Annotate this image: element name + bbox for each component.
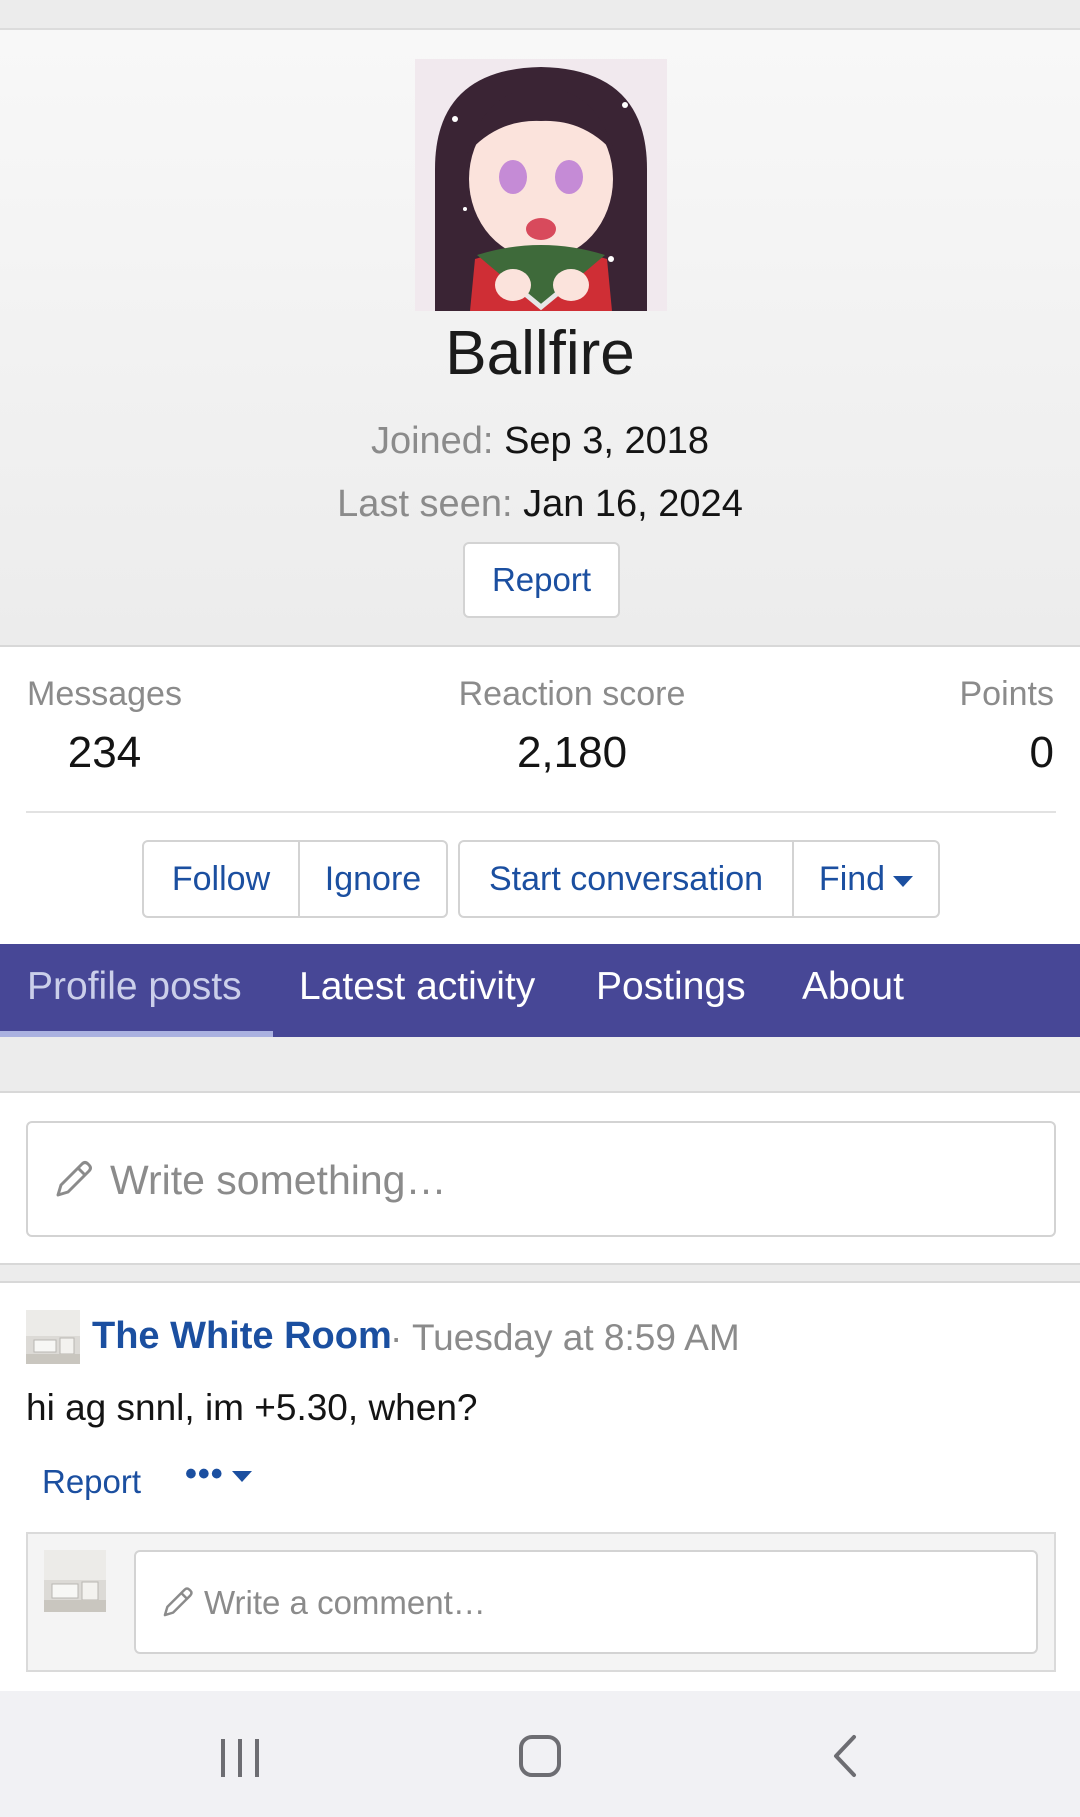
joined-value: Sep 3, 2018 <box>504 420 710 462</box>
stat-points-value: 0 <box>1029 728 1054 777</box>
last-seen-value: Jan 16, 2024 <box>523 483 743 525</box>
profile-tabs: Profile posts Latest activity Postings A… <box>0 944 1080 1037</box>
follow-button[interactable]: Follow <box>144 842 298 916</box>
profile-post: The White Room · Tuesday at 8:59 AM hi a… <box>0 1283 1080 1691</box>
tab-latest-activity[interactable]: Latest activity <box>299 944 535 1037</box>
last-seen-line: Last seen: Jan 16, 2024 <box>0 483 1080 526</box>
report-profile-button[interactable]: Report <box>463 542 620 618</box>
post-time-text: Tuesday at 8:59 AM <box>411 1317 740 1358</box>
post-body: hi ag snnl, im +5.30, when? <box>26 1387 478 1428</box>
home-button[interactable] <box>480 1691 600 1817</box>
joined-line: Joined: Sep 3, 2018 <box>0 420 1080 463</box>
recent-apps-button[interactable] <box>180 1691 300 1817</box>
post-report-link[interactable]: Report <box>42 1463 141 1501</box>
more-dots-icon: ••• <box>185 1455 224 1493</box>
conversation-find-group: Start conversation Find <box>458 840 940 918</box>
composer-placeholder: Write something… <box>110 1157 447 1203</box>
profile-header: Ballfire Joined: Sep 3, 2018 Last seen: … <box>0 30 1080 647</box>
section-gap-2 <box>0 1263 1080 1283</box>
profile-username: Ballfire <box>445 319 635 388</box>
system-nav-bar <box>0 1691 1080 1817</box>
stat-points-label: Points <box>959 675 1055 713</box>
caret-down-icon <box>231 1470 252 1482</box>
tab-postings[interactable]: Postings <box>596 944 746 1037</box>
pencil-icon <box>56 1161 92 1197</box>
tab-profile-posts[interactable]: Profile posts <box>27 944 242 1037</box>
stat-reaction-score: Reaction score 2,180 <box>440 675 704 778</box>
tab-about[interactable]: About <box>802 944 904 1037</box>
post-author-avatar[interactable] <box>26 1310 80 1364</box>
section-gap <box>0 1037 1080 1093</box>
stat-messages[interactable]: Messages 234 <box>27 675 182 778</box>
last-seen-label: Last seen: <box>337 483 513 525</box>
stats-divider <box>26 811 1056 813</box>
profile-post-composer[interactable]: Write something… <box>26 1121 1056 1237</box>
ignore-button[interactable]: Ignore <box>298 842 446 916</box>
stat-reaction-value: 2,180 <box>516 728 628 777</box>
recent-apps-icon <box>221 1739 259 1777</box>
comment-placeholder: Write a comment… <box>204 1584 486 1621</box>
top-strip <box>0 0 1080 30</box>
start-conversation-button[interactable]: Start conversation <box>460 842 792 916</box>
post-more-menu[interactable]: ••• <box>185 1455 252 1494</box>
stat-messages-value: 234 <box>67 728 142 777</box>
joined-label: Joined: <box>370 420 494 462</box>
comment-area: Write a comment… <box>26 1532 1056 1672</box>
back-button[interactable] <box>780 1691 900 1817</box>
stat-points[interactable]: Points 0 <box>960 675 1055 778</box>
profile-stats: Messages 234 Reaction score 2,180 Points… <box>0 649 1080 814</box>
find-label: Find <box>818 860 886 898</box>
pencil-icon <box>163 1587 193 1617</box>
caret-down-icon <box>893 875 914 887</box>
find-button[interactable]: Find <box>792 842 938 916</box>
post-separator: · <box>390 1317 403 1358</box>
follow-ignore-group: Follow Ignore <box>142 840 448 918</box>
comment-input[interactable]: Write a comment… <box>134 1550 1038 1654</box>
stat-messages-label: Messages <box>27 675 182 713</box>
commenter-avatar <box>44 1550 106 1612</box>
stat-reaction-label: Reaction score <box>458 675 686 713</box>
home-icon <box>519 1735 561 1777</box>
post-author-link[interactable]: The White Room <box>92 1315 392 1358</box>
post-timestamp[interactable]: · Tuesday at 8:59 AM <box>390 1317 740 1359</box>
back-icon <box>834 1735 856 1777</box>
profile-avatar[interactable] <box>415 59 667 311</box>
